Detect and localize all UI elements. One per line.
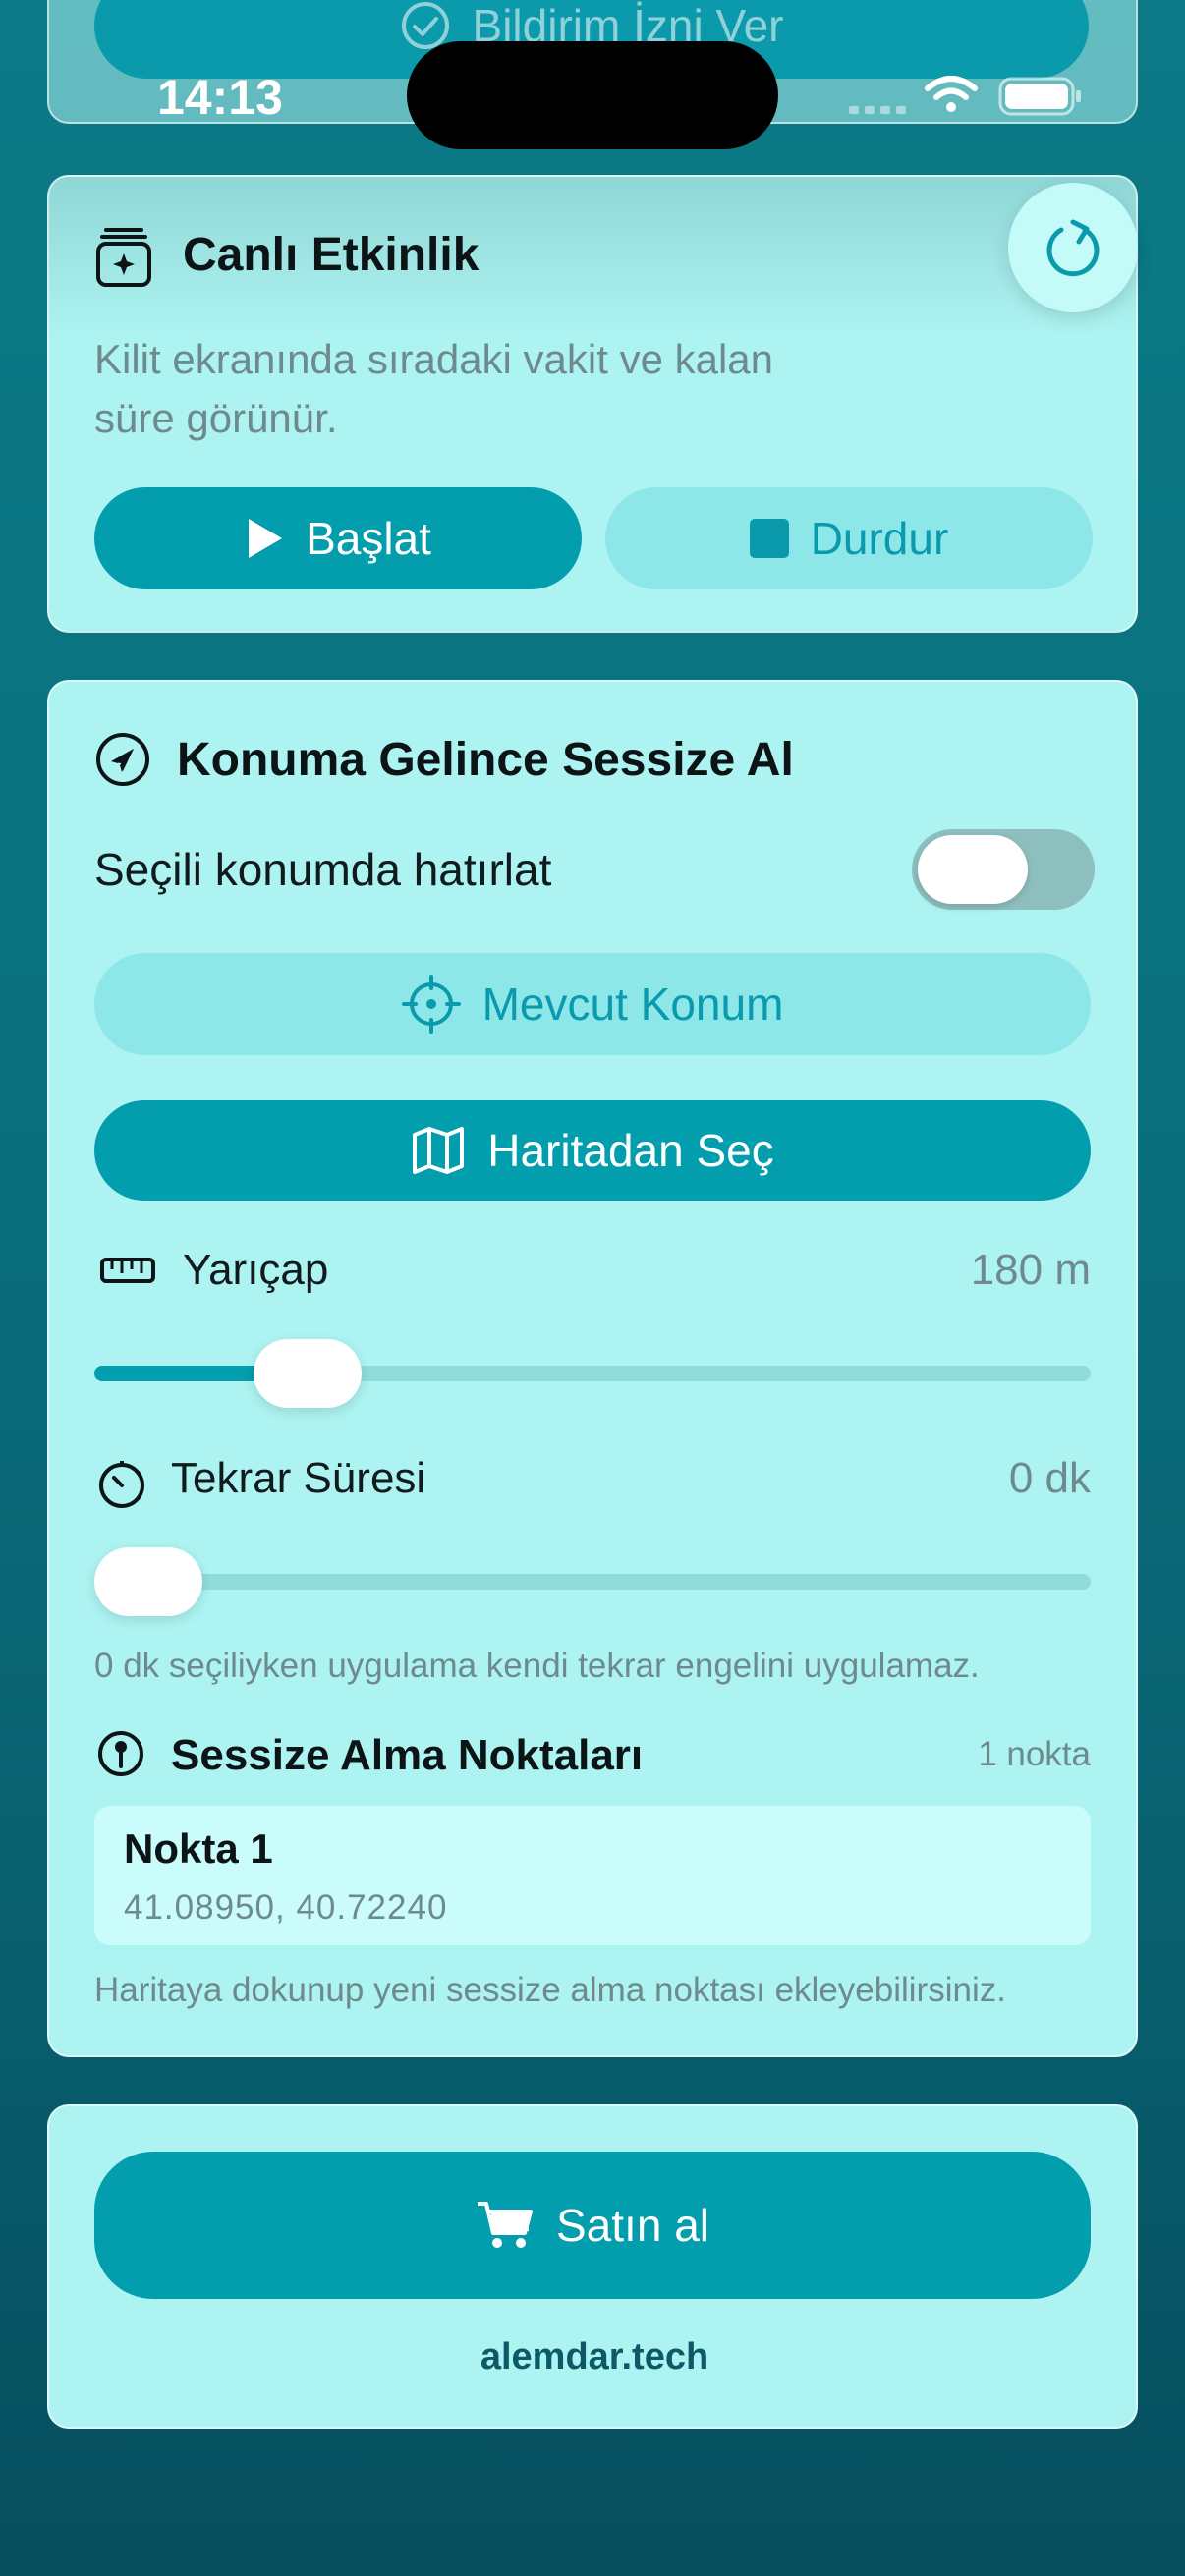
- stop-label: Durdur: [810, 513, 949, 564]
- repeat-slider-track: [94, 1574, 1091, 1590]
- live-activity-title: Canlı Etkinlik: [183, 229, 480, 281]
- location-reminder-toggle[interactable]: [912, 829, 1095, 910]
- mute-point-coords: 41.08950, 40.72240: [124, 1888, 448, 1927]
- status-time: 14:13: [157, 70, 283, 125]
- live-activity-description-2: süre görünür.: [94, 395, 338, 441]
- refresh-button[interactable]: [1008, 183, 1138, 312]
- location-reminder-label: Seçili konumda hatırlat: [94, 844, 552, 895]
- mute-point-name: Nokta 1: [124, 1825, 273, 1872]
- purchase-card: Satın al alemdar.tech: [47, 2104, 1138, 2429]
- location-mute-title: Konuma Gelince Sessize Al: [177, 734, 794, 786]
- dynamic-island: [407, 41, 778, 149]
- repeat-slider[interactable]: [94, 1542, 1091, 1621]
- repeat-slider-thumb[interactable]: [94, 1547, 202, 1616]
- crosshair-icon: [401, 975, 461, 1034]
- cellular-signal-icon: [849, 102, 908, 116]
- radius-label: Yarıçap: [183, 1246, 329, 1294]
- start-button[interactable]: Başlat: [94, 487, 582, 589]
- start-label: Başlat: [306, 513, 431, 564]
- buy-label: Satın al: [556, 2200, 709, 2251]
- radius-value: 180 m: [970, 1246, 1091, 1294]
- stop-button[interactable]: Durdur: [605, 487, 1093, 589]
- toggle-knob: [918, 835, 1028, 904]
- pin-icon: [96, 1729, 145, 1778]
- wifi-icon: [924, 75, 979, 114]
- battery-icon: [998, 77, 1083, 116]
- mute-point-item[interactable]: Nokta 1 41.08950, 40.72240: [94, 1806, 1091, 1945]
- repeat-hint: 0 dk seçiliyken uygulama kendi tekrar en…: [94, 1647, 980, 1685]
- repeat-value: 0 dk: [1008, 1454, 1091, 1502]
- current-location-button[interactable]: Mevcut Konum: [94, 953, 1091, 1055]
- current-location-label: Mevcut Konum: [481, 979, 784, 1030]
- mute-points-title: Sessize Alma Noktaları: [171, 1731, 644, 1779]
- play-icon: [245, 517, 284, 560]
- ruler-icon: [100, 1256, 155, 1285]
- live-activity-icon: [94, 226, 153, 289]
- live-activity-card: Canlı Etkinlik Kilit ekranında sıradaki …: [47, 175, 1138, 633]
- refresh-icon: [1042, 216, 1104, 279]
- radius-slider[interactable]: [94, 1334, 1091, 1413]
- location-arrow-icon: [94, 731, 151, 788]
- map-icon: [411, 1125, 466, 1176]
- buy-button[interactable]: Satın al: [94, 2152, 1091, 2299]
- stop-icon: [749, 519, 789, 558]
- site-link[interactable]: alemdar.tech: [49, 2336, 1140, 2379]
- mute-points-count: 1 nokta: [978, 1735, 1091, 1773]
- pick-from-map-label: Haritadan Seç: [487, 1125, 774, 1176]
- timer-icon: [96, 1458, 147, 1509]
- status-bar: 14:13: [0, 0, 1185, 149]
- radius-slider-thumb[interactable]: [254, 1339, 362, 1408]
- repeat-label: Tekrar Süresi: [171, 1454, 426, 1502]
- map-hint: Haritaya dokunup yeni sessize alma nokta…: [94, 1971, 1006, 2009]
- location-mute-card: Konuma Gelince Sessize Al Seçili konumda…: [47, 680, 1138, 2057]
- cart-icon: [476, 2200, 535, 2251]
- live-activity-description-1: Kilit ekranında sıradaki vakit ve kalan: [94, 336, 774, 382]
- pick-from-map-button[interactable]: Haritadan Seç: [94, 1100, 1091, 1201]
